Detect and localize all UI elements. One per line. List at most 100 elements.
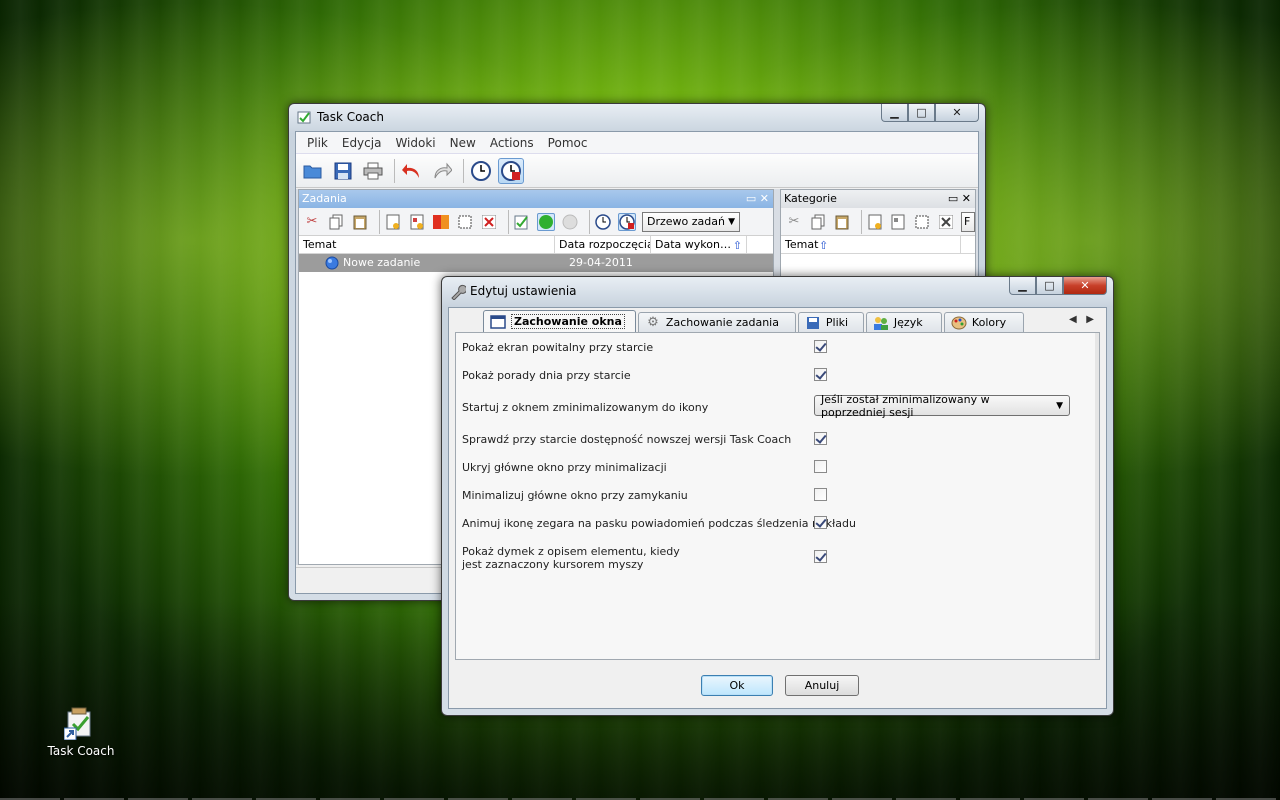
stop-tracking-button[interactable] xyxy=(498,157,524,184)
dialog-close-button[interactable]: ✕ xyxy=(1063,277,1107,295)
show-tooltips-checkbox[interactable] xyxy=(814,550,827,563)
column-due-date[interactable]: Data wykon… ⇧ xyxy=(651,236,747,253)
tab-scroll-arrows[interactable]: ◀ ▶ xyxy=(1069,314,1094,325)
main-window-title: Task Coach xyxy=(317,110,384,124)
close-icon: ✕ xyxy=(952,106,962,119)
hide-on-minimize-checkbox[interactable] xyxy=(814,460,827,473)
edit-task-button[interactable] xyxy=(432,213,450,231)
undo-button[interactable] xyxy=(399,158,425,184)
column-due-date-label: Data wykon… xyxy=(655,238,731,251)
gray-ball-icon xyxy=(562,214,578,229)
save-button[interactable] xyxy=(330,158,356,184)
menu-widoki[interactable]: Widoki xyxy=(388,136,442,150)
clock-stop-icon xyxy=(501,160,521,181)
menu-bar: Plik Edycja Widoki New Actions Pomoc xyxy=(296,132,978,154)
tab-task-behavior[interactable]: ⚙ Zachowanie zadania xyxy=(637,312,796,332)
new-subcategory-button[interactable] xyxy=(889,213,907,231)
track-time-button[interactable] xyxy=(594,213,612,231)
tab-label: Pliki xyxy=(825,316,849,329)
toolbar-separator xyxy=(379,209,380,234)
preferences-dialog[interactable]: Edytuj ustawienia ▁ □ ✕ Zachowanie okna … xyxy=(441,276,1114,716)
dialog-minimize-button[interactable]: ▁ xyxy=(1009,277,1036,295)
stop-time-button[interactable] xyxy=(618,212,636,231)
tab-language[interactable]: Język xyxy=(865,312,942,332)
pane-close-icon[interactable]: ✕ xyxy=(962,192,971,205)
menu-plik[interactable]: Plik xyxy=(300,136,335,150)
dialog-titlebar[interactable]: Edytuj ustawienia ▁ □ ✕ xyxy=(442,277,1113,303)
vertical-scrollbar[interactable] xyxy=(1095,333,1099,659)
redo-icon xyxy=(434,162,452,178)
stop-effort-button[interactable] xyxy=(561,213,579,231)
new-task-button[interactable] xyxy=(384,213,402,231)
cut-button[interactable]: ✂ xyxy=(303,213,321,231)
print-button[interactable] xyxy=(360,158,386,184)
menu-new[interactable]: New xyxy=(443,136,483,150)
select-icon xyxy=(458,215,472,228)
show-splash-checkbox[interactable] xyxy=(814,340,827,353)
menu-edycja[interactable]: Edycja xyxy=(335,136,389,150)
task-start-cell: 29-04-2011 15:08 xyxy=(569,256,633,287)
column-start-date[interactable]: Data rozpoczęcia xyxy=(555,236,651,253)
paste-button[interactable] xyxy=(351,213,369,231)
close-button[interactable]: ✕ xyxy=(935,104,979,122)
setting-label-line2: jest zaznaczony kursorem myszy xyxy=(462,558,644,571)
menu-pomoc[interactable]: Pomoc xyxy=(541,136,595,150)
tasks-column-header: Temat Data rozpoczęcia Data wykon… ⇧ xyxy=(299,236,773,254)
minimize-button[interactable]: ▁ xyxy=(881,104,908,122)
pane-close-icon[interactable]: ✕ xyxy=(760,192,769,205)
select-all-button[interactable] xyxy=(456,213,474,231)
scissors-icon: ✂ xyxy=(788,214,800,229)
tasks-pane-title: Zadania xyxy=(302,192,347,205)
dialog-client: Zachowanie okna ⚙ Zachowanie zadania Pli… xyxy=(448,307,1107,709)
select-all-button[interactable] xyxy=(913,213,931,231)
menu-actions[interactable]: Actions xyxy=(483,136,541,150)
main-window-titlebar[interactable]: Task Coach ▁ □ ✕ xyxy=(289,104,985,130)
tab-scroll-left-icon[interactable]: ◀ xyxy=(1069,314,1077,325)
ok-button[interactable]: Ok xyxy=(701,675,773,696)
paste-icon xyxy=(835,215,849,229)
delete-category-button[interactable] xyxy=(937,213,955,231)
animate-tray-icon-checkbox[interactable] xyxy=(814,516,827,529)
redo-button[interactable] xyxy=(429,158,455,184)
task-view-select[interactable]: Drzewo zadań ▼ xyxy=(642,211,740,232)
task-coach-app-icon xyxy=(63,706,98,741)
setting-label-line1: Pokaż dymek z opisem elementu, kiedy xyxy=(462,545,680,558)
new-subtask-button[interactable] xyxy=(408,213,426,231)
tab-colors[interactable]: Kolory xyxy=(943,312,1024,332)
toolbar-separator xyxy=(589,209,590,234)
copy-button[interactable] xyxy=(809,213,827,231)
new-category-button[interactable] xyxy=(866,213,884,231)
start-effort-button[interactable] xyxy=(537,212,555,231)
column-subject[interactable]: Temat xyxy=(299,236,555,253)
category-filter-select[interactable]: F xyxy=(961,211,975,232)
tab-scroll-right-icon[interactable]: ▶ xyxy=(1086,314,1094,325)
maximize-button[interactable]: □ xyxy=(908,104,935,122)
cancel-button[interactable]: Anuluj xyxy=(785,675,859,696)
copy-button[interactable] xyxy=(327,213,345,231)
check-updates-checkbox[interactable] xyxy=(814,432,827,445)
minimize-on-close-checkbox[interactable] xyxy=(814,488,827,501)
table-row[interactable]: Nowe zadanie 29-04-2011 15:08 xyxy=(299,254,773,287)
show-tips-checkbox[interactable] xyxy=(814,368,827,381)
mark-completed-button[interactable] xyxy=(513,213,531,231)
tab-window-behavior[interactable]: Zachowanie okna xyxy=(483,310,636,332)
start-tracking-button[interactable] xyxy=(468,158,494,184)
open-button[interactable] xyxy=(300,158,326,184)
delete-task-button[interactable] xyxy=(480,213,498,231)
start-iconized-select[interactable]: Jeśli został zminimalizowany w poprzedni… xyxy=(814,393,1070,419)
paste-button[interactable] xyxy=(833,213,851,231)
dialog-maximize-button[interactable]: □ xyxy=(1036,277,1063,295)
cut-button[interactable]: ✂ xyxy=(785,213,803,231)
copy-icon xyxy=(329,214,343,229)
window-icon xyxy=(490,314,506,329)
select-icon xyxy=(915,215,929,228)
toolbar-separator xyxy=(508,209,509,234)
column-category-subject[interactable]: Temat ⇧ xyxy=(781,236,961,253)
pane-float-icon[interactable]: ▭ xyxy=(746,192,756,205)
copy-icon xyxy=(811,214,825,229)
tab-label: Zachowanie okna xyxy=(511,314,625,329)
tab-label: Język xyxy=(893,316,923,329)
desktop-shortcut-task-coach[interactable]: Task Coach xyxy=(44,706,118,758)
pane-float-icon[interactable]: ▭ xyxy=(948,192,958,205)
tab-files[interactable]: Pliki xyxy=(797,312,864,332)
